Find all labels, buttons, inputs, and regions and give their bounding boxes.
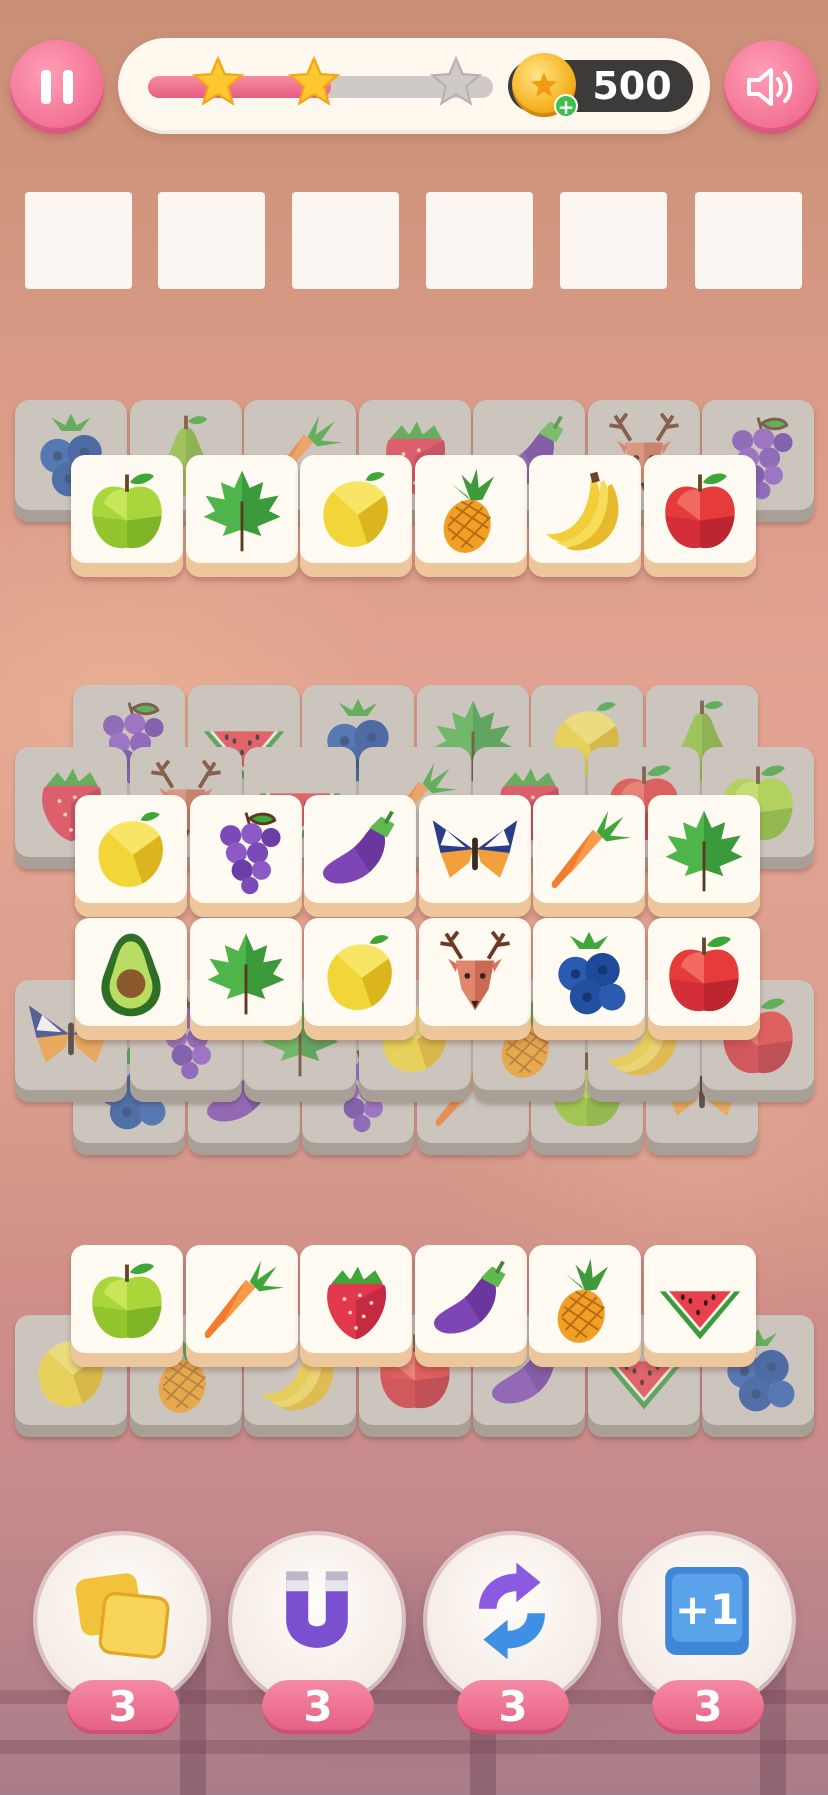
watermelon-icon (652, 1253, 748, 1349)
tile-green-apple[interactable] (71, 455, 183, 577)
coin-amount: 500 (592, 64, 672, 108)
lemon-icon (312, 926, 408, 1022)
magnet-icon (286, 1571, 348, 1648)
lemon-icon (83, 803, 179, 899)
tile-avocado[interactable] (75, 918, 187, 1040)
tile-strawberry[interactable] (300, 1245, 412, 1367)
yellow-tiles-icon (75, 1573, 170, 1659)
pause-button[interactable] (10, 40, 104, 134)
green-apple-icon (79, 463, 175, 559)
deer-icon (427, 926, 523, 1022)
shuffle-arrows-icon (479, 1562, 545, 1660)
tile-eggplant[interactable] (304, 795, 416, 917)
pause-icon (41, 70, 73, 104)
tile-pineapple[interactable] (414, 455, 527, 577)
level-progress-bar: + 500 (118, 38, 710, 134)
tile-eggplant[interactable] (414, 1245, 527, 1367)
extra-slot-booster-count: 3 (652, 1680, 764, 1734)
tile-watermelon[interactable] (643, 1245, 756, 1367)
speaker-icon (747, 68, 793, 106)
grapes-icon (198, 803, 294, 899)
eggplant-icon (423, 1253, 519, 1349)
tile-butterfly[interactable] (418, 795, 531, 917)
tile-deer[interactable] (418, 918, 531, 1040)
red-apple-icon (656, 926, 752, 1022)
tile-maple-leaf[interactable] (189, 918, 302, 1040)
plus-one-label: +1 (675, 1585, 739, 1634)
tile-lemon[interactable] (75, 795, 187, 917)
blueberry-icon (541, 926, 637, 1022)
undo-booster-count: 3 (67, 1680, 179, 1734)
tile-carrot[interactable] (185, 1245, 298, 1367)
maple-leaf-icon (656, 803, 752, 899)
banana-icon (537, 463, 633, 559)
pineapple-icon (423, 463, 519, 559)
sound-button[interactable] (724, 40, 818, 134)
tile-red-apple[interactable] (647, 918, 760, 1040)
tile-blueberry[interactable] (533, 918, 645, 1040)
butterfly-icon (427, 803, 523, 899)
add-coins-icon[interactable]: + (554, 94, 578, 118)
coin-counter[interactable]: + 500 (508, 53, 693, 118)
collection-slot-2 (158, 192, 265, 289)
star-icon-2 (287, 55, 341, 106)
tile-grapes[interactable] (189, 795, 302, 917)
tile-carrot[interactable] (533, 795, 645, 917)
shuffle-booster-count: 3 (457, 1680, 569, 1734)
tile-maple-leaf[interactable] (647, 795, 760, 917)
star-icon-1 (191, 55, 245, 106)
collection-slot-3 (292, 192, 399, 289)
eggplant-icon (312, 803, 408, 899)
collection-slot-1 (25, 192, 132, 289)
avocado-icon (83, 926, 179, 1022)
tile-maple-leaf[interactable] (185, 455, 298, 577)
tile-banana[interactable] (529, 455, 641, 577)
collection-slot-4 (426, 192, 533, 289)
tile-red-apple[interactable] (643, 455, 756, 577)
maple-leaf-icon (198, 926, 294, 1022)
carrot-icon (541, 803, 637, 899)
collection-slot-5 (560, 192, 667, 289)
green-apple-icon (79, 1253, 175, 1349)
maple-leaf-icon (194, 463, 290, 559)
tile-lemon[interactable] (304, 918, 416, 1040)
plus-one-icon: +1 (665, 1567, 749, 1655)
tile-pineapple[interactable] (529, 1245, 641, 1367)
red-apple-icon (652, 463, 748, 559)
collection-slot-6 (695, 192, 802, 289)
strawberry-icon (308, 1253, 404, 1349)
carrot-icon (194, 1253, 290, 1349)
star-icon-3 (429, 55, 483, 106)
tile-green-apple[interactable] (71, 1245, 183, 1367)
tile-lemon[interactable] (300, 455, 412, 577)
lemon-icon (308, 463, 404, 559)
magnet-booster-count: 3 (262, 1680, 374, 1734)
pineapple-icon (537, 1253, 633, 1349)
